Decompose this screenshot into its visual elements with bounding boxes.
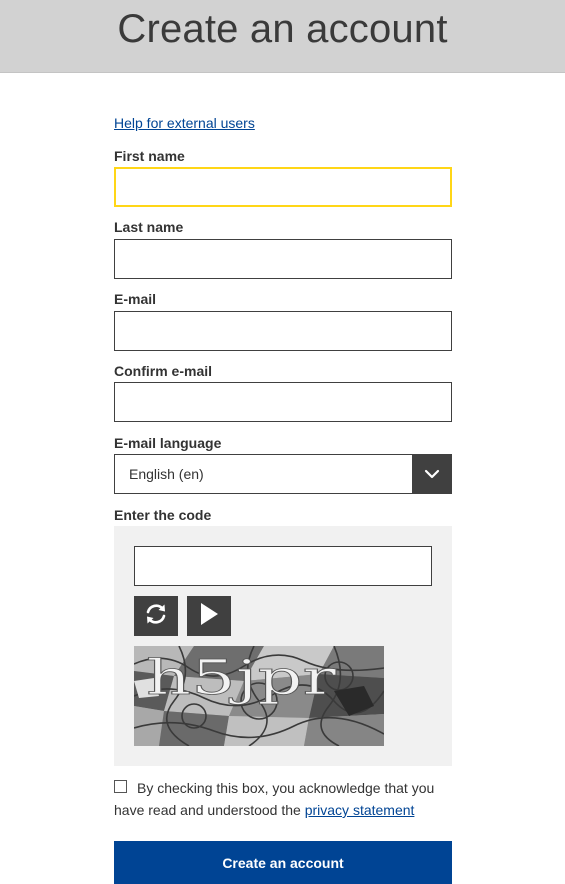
privacy-statement-link[interactable]: privacy statement [305,802,415,818]
email-language-value: English (en) [129,466,204,482]
email-language-select[interactable]: English (en) [114,454,452,494]
captcha-image: h5jpr [133,645,385,747]
confirm-email-input[interactable] [114,382,452,422]
first-name-label: First name [114,148,185,164]
last-name-label: Last name [114,219,184,235]
play-icon [198,602,220,631]
page-title: Create an account [117,6,448,51]
email-label: E-mail [114,291,157,307]
last-name-input[interactable] [114,239,452,279]
email-language-label: E-mail language [114,435,222,451]
enter-code-label: Enter the code [114,507,212,523]
captcha-code-text: h5jpr [146,650,336,706]
captcha-refresh-button[interactable] [134,596,178,636]
email-input[interactable] [114,311,452,351]
page-header: Create an account [0,0,565,73]
create-account-button[interactable]: Create an account [114,841,452,884]
privacy-consent-text: By checking this box, you acknowledge th… [114,777,454,821]
first-name-input[interactable] [114,167,452,207]
captcha-audio-play-button[interactable] [187,596,231,636]
help-external-users-link[interactable]: Help for external users [114,115,255,131]
confirm-email-label: Confirm e-mail [114,363,213,379]
refresh-icon [143,601,169,632]
captcha-code-input[interactable] [134,546,432,586]
chevron-down-icon[interactable] [412,454,452,494]
captcha-panel: h5jpr [114,526,452,766]
